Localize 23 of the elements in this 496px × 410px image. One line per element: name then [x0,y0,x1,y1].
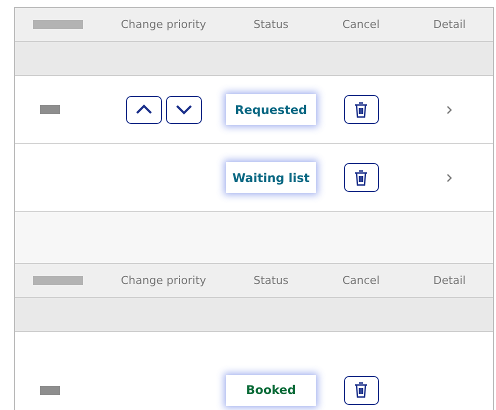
chevron-up-icon [134,104,152,115]
chevron-right-icon[interactable] [446,104,453,114]
column-header: Change priority [120,18,206,31]
trash-icon [354,170,368,186]
move-up-button[interactable] [126,96,162,124]
trash-icon [354,382,368,398]
column-header: Change priority [120,274,206,287]
delete-button[interactable] [344,95,378,124]
chevron-down-icon [174,104,192,115]
delete-button[interactable] [344,163,378,192]
column-header: Cancel [342,274,380,287]
status-label: Requested [226,94,316,125]
delete-button[interactable] [344,376,378,404]
status-label: Waiting list [226,162,316,193]
column-header: Detail [433,274,466,287]
column-header: Status [253,274,289,287]
status-label: Booked [226,374,316,406]
column-header: Cancel [342,18,380,31]
chevron-right-icon[interactable] [446,172,453,182]
move-down-button[interactable] [166,96,202,124]
column-header: Status [253,18,289,31]
column-header: Detail [433,18,466,31]
trash-icon [354,102,368,118]
